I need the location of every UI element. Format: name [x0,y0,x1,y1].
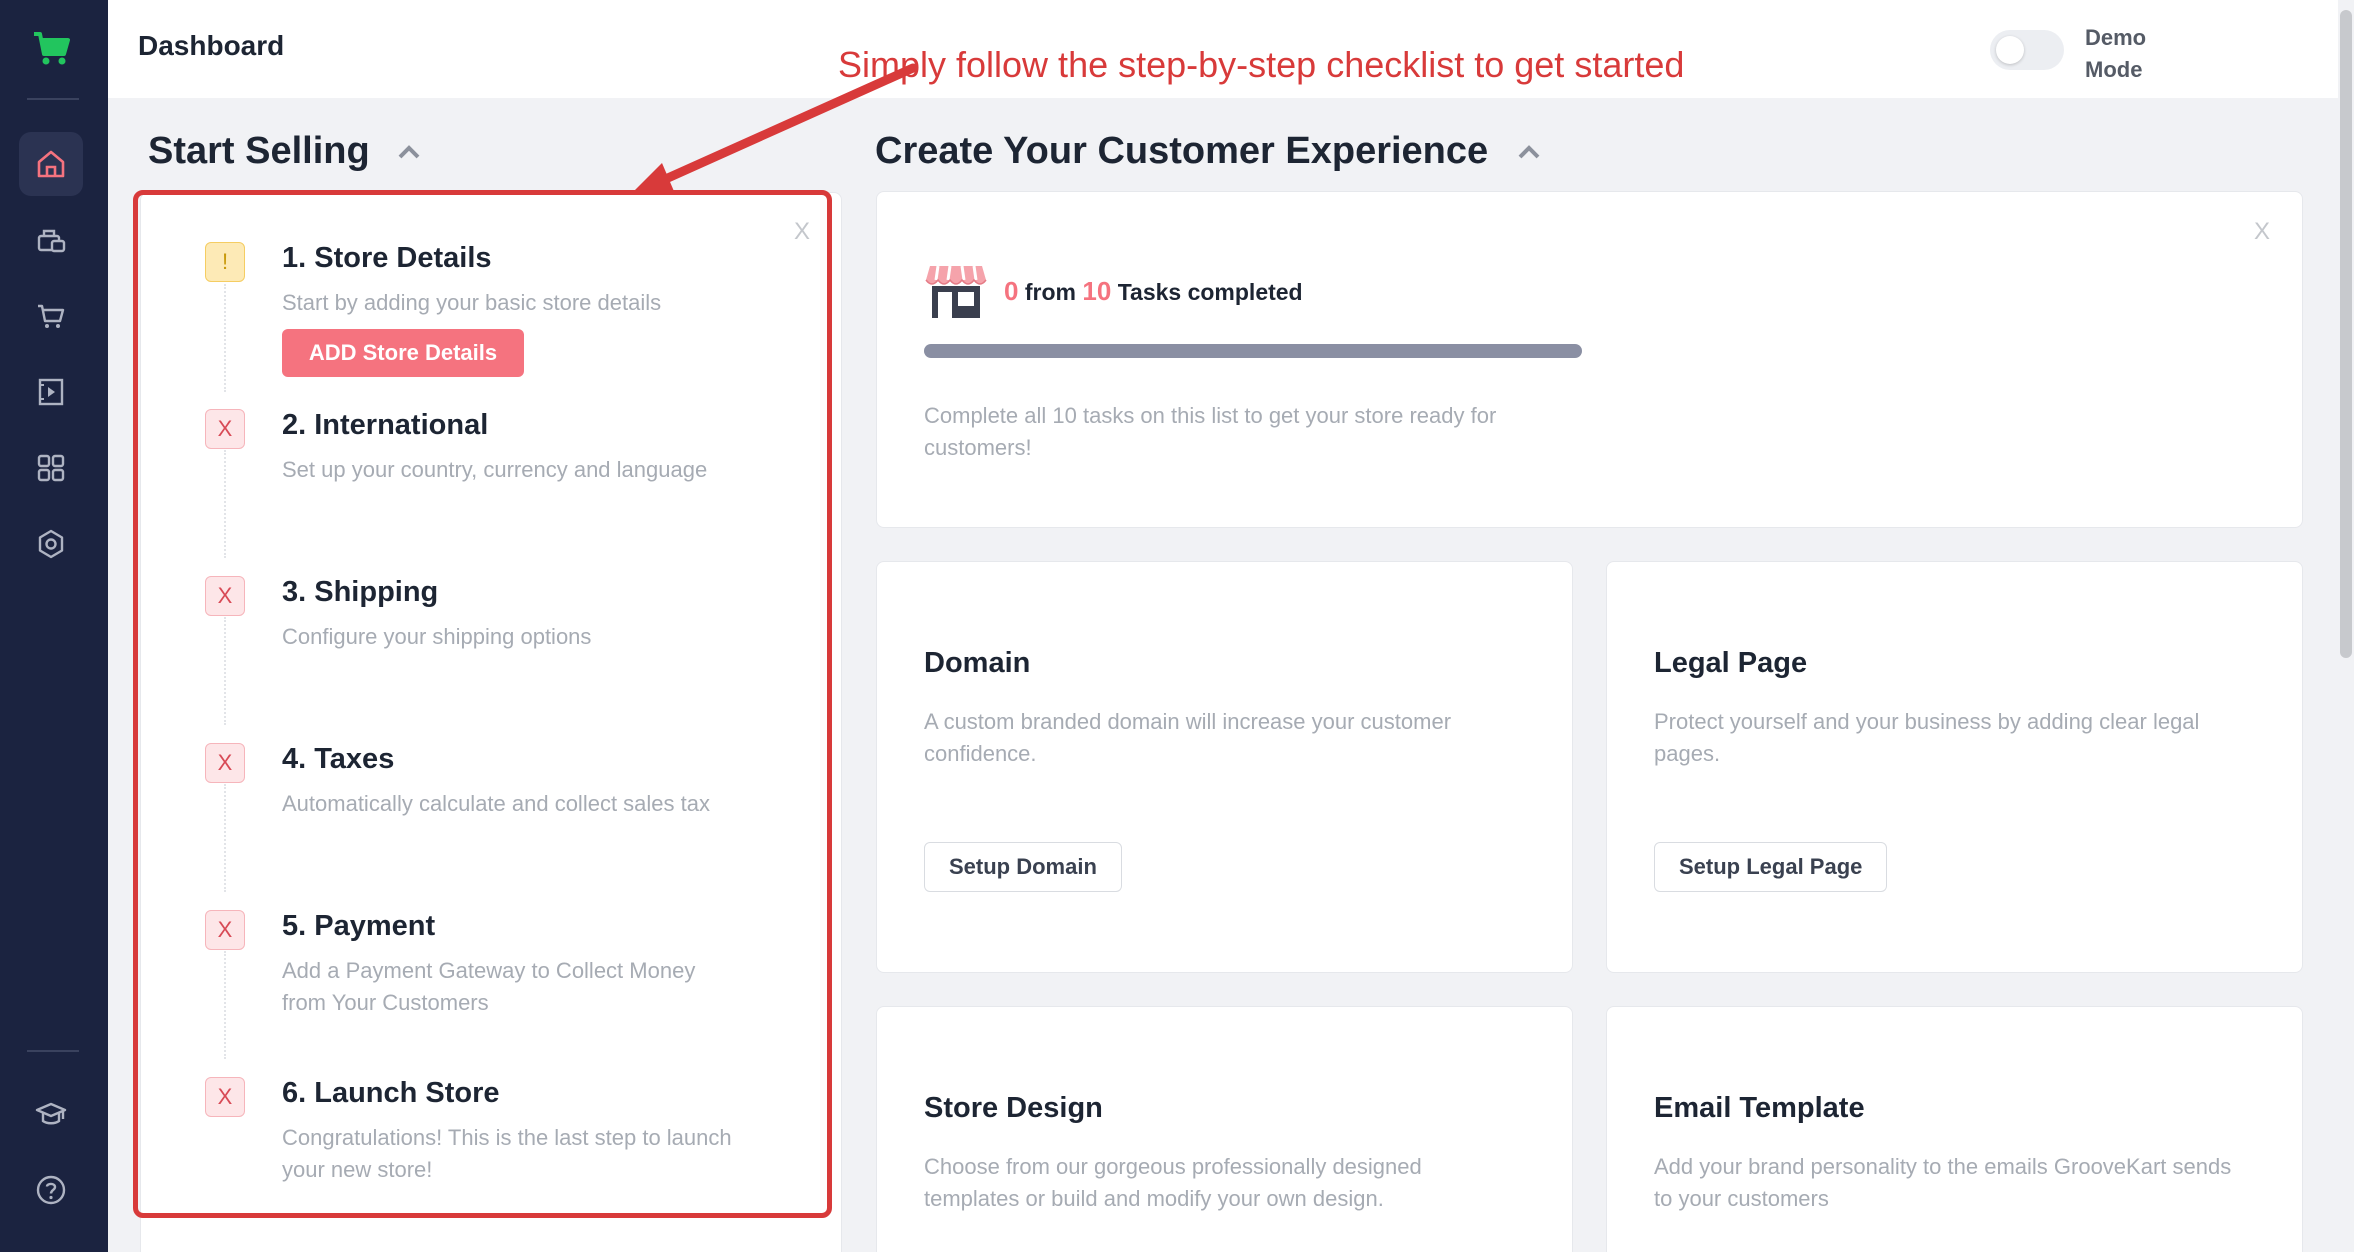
tasks-from-label: from [1024,279,1076,305]
store-design-card-description: Choose from our gorgeous professionally … [924,1154,1422,1211]
tasks-close-button[interactable]: X [2254,218,2270,246]
email-template-card-description: Add your brand personality to the emails… [1654,1154,2232,1211]
demo-mode-label: Demo Mode [2085,25,2147,82]
sidebar-divider [27,1050,79,1052]
setup-domain-button[interactable]: Setup Domain [924,842,1122,892]
step-description: Automatically calculate and collect sale… [282,791,710,816]
step-description: Set up your country, currency and langua… [282,457,708,482]
tasks-completed-line: 0 from 10 Tasks completed [1004,276,1303,307]
settings-icon [38,529,64,559]
page-title: Dashboard [138,30,285,61]
step-title[interactable]: 6. Launch Store [282,1077,500,1110]
step-status-incomplete: X [205,1077,245,1117]
step-status-incomplete: X [205,576,245,616]
step-title[interactable]: 3. Shipping [282,576,438,609]
domain-card-title: Domain [924,647,1031,679]
tasks-description: Complete all 10 tasks on this list to ge… [924,403,1497,460]
toggle-knob [1996,36,2024,64]
storefront-icon [925,265,987,318]
sidebar [0,0,108,1252]
graduation-cap-icon [35,1102,67,1125]
legal-page-card-description: Protect yourself and your business by ad… [1654,709,2200,766]
legal-page-card-title: Legal Page [1654,647,1808,679]
help-icon [36,1175,66,1205]
sidebar-divider [27,98,79,100]
store-design-card [876,1006,1573,1252]
setup-legal-page-button[interactable]: Setup Legal Page [1654,842,1888,892]
email-template-card-title: Email Template [1654,1092,1865,1124]
home-icon [37,150,65,178]
tasks-total-count: 10 [1082,276,1112,306]
tasks-progress-bar [924,344,1582,358]
cart-icon [38,304,65,328]
tasks-progress-card [876,191,2303,528]
products-icon [37,229,66,253]
step-connector [224,617,226,725]
annotation-callout: Simply follow the step-by-step checklist… [838,44,1685,85]
email-template-card [1606,1006,2303,1252]
step-status-incomplete: X [205,910,245,950]
store-design-card-title: Store Design [924,1092,1103,1124]
sidebar-item-funnels[interactable] [19,360,83,424]
start-selling-heading: Start Selling [148,130,370,172]
chevron-up-icon[interactable] [396,142,422,162]
step-title[interactable]: 5. Payment [282,910,435,943]
step-title[interactable]: 1. Store Details [282,242,492,275]
tasks-completed-count: 0 [1004,276,1019,306]
pages-icon [38,378,64,406]
step-title[interactable]: 2. International [282,409,488,442]
sidebar-item-help[interactable] [19,1158,83,1222]
step-title[interactable]: 4. Taxes [282,743,394,776]
sidebar-item-products[interactable] [19,208,83,272]
checklist-close-button[interactable]: X [794,218,810,246]
sidebar-item-settings[interactable] [19,512,83,576]
sidebar-item-home[interactable] [19,132,83,196]
domain-card-description: A custom branded domain will increase yo… [924,709,1452,766]
step-connector [224,284,226,392]
demo-mode-toggle[interactable] [1990,30,2064,70]
step-description: Configure your shipping options [282,624,592,649]
step-status-warning: ! [205,242,245,282]
step-description: Start by adding your basic store details [282,290,662,315]
sidebar-item-apps[interactable] [19,436,83,500]
step-status-incomplete: X [205,409,245,449]
step-status-incomplete: X [205,743,245,783]
step-connector [224,784,226,892]
tasks-suffix-label: Tasks completed [1117,279,1303,305]
sidebar-item-orders[interactable] [19,284,83,348]
step-connector [224,450,226,558]
customer-experience-heading: Create Your Customer Experience [875,130,1489,172]
step-connector [224,951,226,1059]
grid-icon [37,454,65,482]
chevron-up-icon[interactable] [1516,142,1542,162]
step-description: Add a Payment Gateway to Collect Money f… [282,958,696,1015]
step-description: Congratulations! This is the last step t… [282,1125,732,1182]
add-store-details-button[interactable]: ADD Store Details [282,329,524,377]
sidebar-item-academy[interactable] [19,1082,83,1146]
scrollbar-thumb[interactable] [2340,10,2352,658]
cart-logo-icon[interactable] [30,28,74,68]
